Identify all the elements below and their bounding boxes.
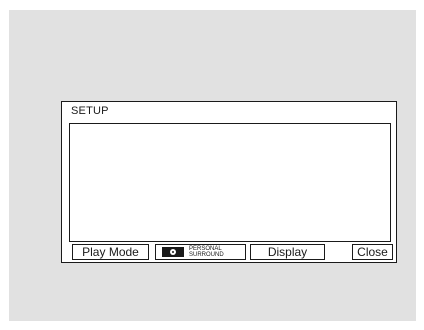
personal-surround-icon [162,247,184,257]
screen-background: SETUP Play Mode PERSONAL SURROUND Displa… [9,10,416,321]
setup-dialog: SETUP Play Mode PERSONAL SURROUND Displa… [61,101,397,263]
personal-surround-label-line2: SURROUND [189,252,224,258]
dialog-title: SETUP [71,105,109,117]
dialog-content-area [69,123,391,242]
close-button[interactable]: Close [352,244,393,260]
personal-surround-button[interactable]: PERSONAL SURROUND [155,244,246,260]
display-button[interactable]: Display [250,244,325,260]
personal-surround-label: PERSONAL SURROUND [189,246,224,258]
play-mode-button[interactable]: Play Mode [72,244,149,260]
